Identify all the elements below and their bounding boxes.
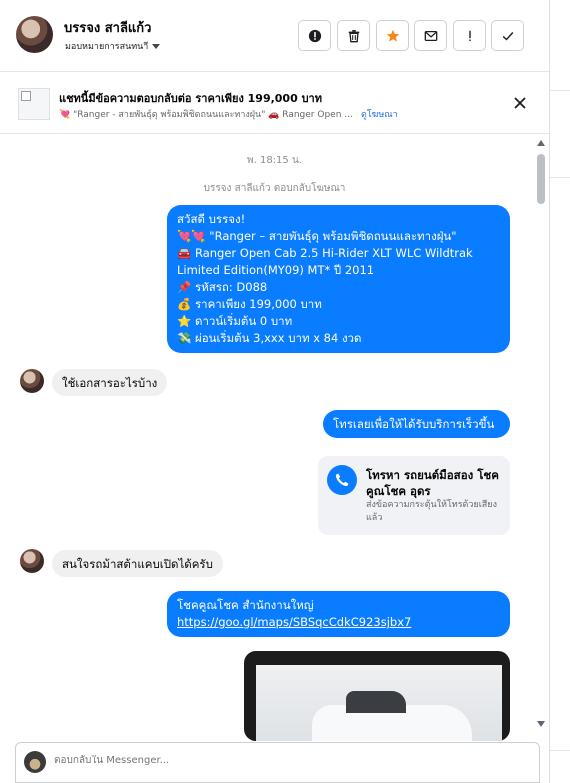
greeting-line: ⭐ ดาวน์เริ่มต้น 0 บาท: [177, 314, 293, 328]
outgoing-location-bubble: โชคคูณโชค สำนักงานใหญ่ https://goo.gl/ma…: [167, 591, 510, 637]
conversation-header: บรรจง สาลีแก้ว มอบหมายการสนทนาี: [0, 0, 549, 72]
inbox-conversation-panel: บรรจง สาลีแก้ว มอบหมายการสนทนาี แชทนี้มี…: [0, 0, 570, 783]
call-card-subtitle: ส่งข้อความกระตุ้นให้โทรด้วยเสียงแล้ว: [366, 500, 497, 523]
mail-icon: [424, 30, 437, 41]
check-icon: [502, 31, 513, 40]
ad-reply-note: บรรจง สาลีแก้ว ตอบกลับโฆษณา: [203, 183, 346, 194]
chevron-down-icon: [152, 43, 161, 49]
avatar[interactable]: [20, 549, 44, 573]
ad-subtitle: 💘 "Ranger - สายพันธุ์ดุ พร้อมพิชิดถนนและ…: [59, 110, 353, 120]
avatar[interactable]: [20, 369, 44, 393]
greeting-line: 📌 รหัสรถ: D088: [177, 280, 268, 294]
assign-conversation-dropdown[interactable]: มอบหมายการสนทนาี: [65, 39, 161, 53]
star-button[interactable]: [376, 20, 409, 51]
view-ad-link[interactable]: ดูโฆษณา: [361, 107, 398, 121]
greeting-line: 💘💘 "Ranger – สายพันธุ์ดุ พร้อมพิชิดถนนแล…: [177, 229, 457, 243]
call-button[interactable]: [327, 465, 357, 495]
mark-spam-button[interactable]: [298, 20, 331, 51]
message-timestamp: พ. 18:15 น.: [247, 155, 302, 166]
avatar[interactable]: [16, 16, 53, 53]
mark-done-button[interactable]: [491, 20, 524, 51]
incoming-message-bubble: ใช้เอกสารอะไรบ้าง: [52, 369, 168, 396]
ad-title: แชทนี้มีข้อความตอบกลับต่อ ราคาเพียง 199,…: [59, 92, 322, 105]
scroll-up-arrow[interactable]: [537, 140, 545, 146]
call-card-title: โทรหา รถยนต์มือสอง โชคคูณโชค อุดร: [366, 468, 499, 498]
outgoing-message-bubble: โทรเลยเพื่อให้ได้รับบริการเร็วขึ้น: [323, 410, 510, 438]
greeting-line: 💸 ผ่อนเริ่มต้น 3,xxx บาท x 84 งวด: [177, 331, 362, 345]
alert-circle-icon: [308, 29, 321, 42]
greeting-message-bubble: สวัสดี บรรจง! 💘💘 "Ranger – สายพันธุ์ดุ พ…: [167, 205, 510, 353]
assign-label: มอบหมายการสนทนาี: [65, 42, 149, 52]
reply-input[interactable]: [54, 755, 504, 766]
reply-composer: [15, 742, 540, 783]
call-request-card[interactable]: โทรหา รถยนต์มือสอง โชคคูณโชค อุดร ส่งข้อ…: [318, 456, 510, 535]
star-icon: [386, 29, 399, 42]
car-photo: [256, 665, 502, 741]
follow-up-button[interactable]: [453, 20, 486, 51]
delete-button[interactable]: [337, 20, 370, 51]
scroll-down-arrow[interactable]: [537, 721, 545, 727]
trash-icon: [348, 29, 359, 42]
greeting-line: 🚘 Ranger Open Cab 2.5 Hi-Rider XLT WLC W…: [177, 246, 473, 277]
right-panel-edge: [549, 0, 570, 783]
page-avatar: [24, 751, 46, 773]
contact-name[interactable]: บรรจง สาลีแก้ว: [64, 17, 151, 38]
mark-unread-button[interactable]: [414, 20, 447, 51]
exclamation-icon: [468, 30, 471, 41]
greeting-line: 💰 ราคาเพียง 199,000 บาท: [177, 297, 322, 311]
close-icon[interactable]: [512, 95, 528, 111]
ad-context-banner: แชทนี้มีข้อความตอบกลับต่อ ราคาเพียง 199,…: [0, 72, 549, 134]
ad-thumbnail[interactable]: [18, 88, 50, 120]
greeting-line: สวัสดี บรรจง!: [177, 212, 246, 226]
incoming-message-bubble: สนใจรถม้าสต้าแคบเปิดได้ครับ: [52, 550, 223, 577]
location-name: โชคคูณโชค สำนักงานใหญ่: [177, 598, 314, 612]
car-photo-attachment[interactable]: [244, 651, 510, 741]
map-link[interactable]: https://goo.gl/maps/SBSqcCdkC923sjbx7: [177, 614, 500, 631]
phone-icon: [335, 473, 349, 487]
